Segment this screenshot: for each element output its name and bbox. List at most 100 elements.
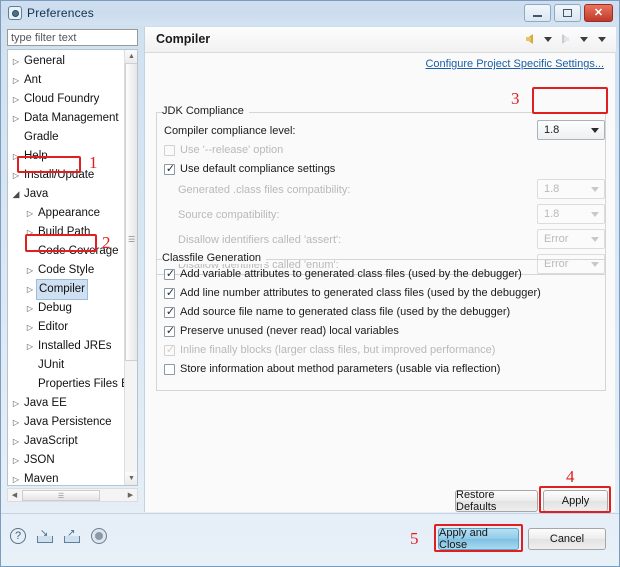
source-compatibility-label: Source compatibility: — [178, 209, 280, 221]
filter-input[interactable]: type filter text — [7, 29, 138, 46]
compliance-level-combo[interactable]: 1.8 — [537, 120, 605, 140]
expander-closed-icon[interactable] — [10, 90, 22, 109]
sidebar-item-maven[interactable]: Maven — [8, 470, 126, 485]
scroll-right-arrow[interactable]: ▶ — [124, 489, 137, 501]
import-icon[interactable]: ↘ — [36, 527, 54, 545]
forward-arrow-icon[interactable] — [558, 32, 573, 46]
classfile-option-row[interactable]: Preserve unused (never read) local varia… — [164, 325, 399, 337]
export-icon[interactable]: ↗ — [63, 527, 81, 545]
use-default-compliance-checkbox[interactable] — [164, 163, 176, 175]
apply-and-close-button[interactable]: Apply and Close — [438, 527, 519, 551]
source-compatibility-value: 1.8 — [544, 208, 560, 220]
classfile-option-row[interactable]: Add line number attributes to generated … — [164, 287, 541, 299]
preferences-tree[interactable]: General Ant Cloud Foundry Data Management Gr… — [7, 49, 138, 486]
generated-class-files-combo[interactable]: 1.8 — [537, 179, 605, 199]
forward-chevron-down-icon[interactable] — [576, 32, 591, 46]
sidebar-item-label: Editor — [38, 321, 69, 333]
sidebar-item-data-management[interactable]: Data Management — [8, 109, 126, 128]
expander-closed-icon[interactable] — [10, 147, 22, 166]
sidebar-item-compiler[interactable]: Compiler — [8, 279, 126, 300]
minimize-button[interactable] — [524, 4, 551, 22]
sidebar-item-label: Data Management — [24, 112, 119, 124]
classfile-option-row[interactable]: Add source file name to generated class … — [164, 306, 510, 318]
expander-closed-icon[interactable] — [10, 166, 22, 185]
help-icon[interactable]: ? — [9, 527, 27, 545]
annotation-number-4: 4 — [566, 467, 575, 486]
classfile-option-checkbox[interactable] — [164, 287, 176, 299]
expander-closed-icon[interactable] — [10, 432, 22, 451]
classfile-option-label: Add variable attributes to generated cla… — [180, 268, 522, 280]
chevron-down-icon — [591, 237, 599, 242]
generated-class-files-value: 1.8 — [544, 183, 560, 195]
tree-vertical-scrollbar[interactable]: ▲ ☰ ▼ — [124, 50, 137, 485]
sidebar-item-java-persistence[interactable]: Java Persistence — [8, 413, 126, 432]
scroll-left-arrow[interactable]: ◀ — [8, 489, 21, 501]
sidebar-item-ant[interactable]: Ant — [8, 71, 126, 90]
expander-closed-icon[interactable] — [24, 318, 36, 337]
expander-closed-icon[interactable] — [24, 337, 36, 356]
sidebar-item-json[interactable]: JSON — [8, 451, 126, 470]
tree-horizontal-scrollbar[interactable]: ◀ ☰ ▶ — [7, 488, 138, 502]
expander-closed-icon[interactable] — [10, 52, 22, 71]
sidebar-item-installed-jres[interactable]: Installed JREs — [8, 337, 126, 356]
sidebar-item-label: Appearance — [38, 207, 101, 219]
scroll-down-arrow[interactable]: ▼ — [125, 472, 137, 485]
expander-closed-icon[interactable] — [10, 413, 22, 432]
minimize-icon — [533, 14, 542, 17]
classfile-option-row[interactable]: Add variable attributes to generated cla… — [164, 268, 522, 280]
expander-closed-icon[interactable] — [10, 71, 22, 90]
sidebar-item-javascript[interactable]: JavaScript — [8, 432, 126, 451]
sidebar-item-help[interactable]: Help — [8, 147, 126, 166]
window-title: Preferences — [27, 6, 94, 20]
maximize-button[interactable] — [554, 4, 581, 22]
source-compatibility-combo[interactable]: 1.8 — [537, 204, 605, 224]
sidebar-item-junit[interactable]: JUnit — [8, 356, 126, 375]
classfile-option-row[interactable]: Inline finally blocks (larger class file… — [164, 344, 495, 356]
sidebar-item-java[interactable]: Java — [8, 185, 126, 204]
cancel-button[interactable]: Cancel — [528, 528, 606, 550]
classfile-option-checkbox[interactable] — [164, 325, 176, 337]
expander-closed-icon[interactable] — [24, 280, 36, 299]
sidebar-item-appearance[interactable]: Appearance — [8, 204, 126, 223]
expander-closed-icon[interactable] — [24, 204, 36, 223]
expander-closed-icon[interactable] — [10, 451, 22, 470]
classfile-option-checkbox[interactable] — [164, 306, 176, 318]
back-arrow-icon[interactable] — [522, 32, 537, 46]
more-chevron-down-icon[interactable] — [594, 32, 609, 46]
use-default-compliance-row[interactable]: Use default compliance settings — [164, 163, 335, 175]
restore-icon[interactable] — [90, 527, 108, 545]
sidebar-item-install-update[interactable]: Install/Update — [8, 166, 126, 185]
back-chevron-down-icon[interactable] — [540, 32, 555, 46]
tree-hscroll-thumb[interactable]: ☰ — [22, 490, 100, 501]
expander-closed-icon[interactable] — [10, 470, 22, 485]
tree-scroll-thumb[interactable] — [125, 63, 137, 361]
expander-open-icon[interactable] — [10, 185, 22, 204]
sidebar-item-java-ee[interactable]: Java EE — [8, 394, 126, 413]
classfile-option-checkbox[interactable] — [164, 363, 175, 375]
use-release-option-row[interactable]: Use '--release' option — [164, 144, 283, 156]
classfile-option-row[interactable]: Store information about method parameter… — [164, 363, 500, 375]
use-release-option-checkbox[interactable] — [164, 144, 175, 156]
sidebar-item-general[interactable]: General — [8, 52, 126, 71]
expander-closed-icon[interactable] — [24, 299, 36, 318]
classfile-option-label: Inline finally blocks (larger class file… — [180, 344, 496, 356]
classfile-option-checkbox[interactable] — [164, 268, 176, 280]
sidebar-item-gradle[interactable]: Gradle — [8, 128, 126, 147]
sidebar-item-code-style[interactable]: Code Style — [8, 261, 126, 280]
expander-closed-icon[interactable] — [24, 261, 36, 280]
configure-project-specific-settings-link[interactable]: Configure Project Specific Settings... — [425, 58, 604, 70]
expander-closed-icon[interactable] — [24, 223, 36, 242]
scroll-up-arrow[interactable]: ▲ — [125, 50, 137, 63]
sidebar-item-editor[interactable]: Editor — [8, 318, 126, 337]
classfile-option-checkbox[interactable] — [164, 344, 176, 356]
apply-button[interactable]: Apply — [543, 490, 608, 512]
scroll-grip-icon: ☰ — [128, 235, 136, 244]
expander-closed-icon[interactable] — [10, 109, 22, 128]
disallow-assert-combo[interactable]: Error — [537, 229, 605, 249]
close-button[interactable]: ✕ — [584, 4, 613, 22]
expander-closed-icon[interactable] — [10, 394, 22, 413]
sidebar-item-cloud-foundry[interactable]: Cloud Foundry — [8, 90, 126, 109]
sidebar-item-debug[interactable]: Debug — [8, 299, 126, 318]
restore-defaults-button[interactable]: Restore Defaults — [455, 489, 538, 513]
sidebar-item-properties-files-edi[interactable]: Properties Files Edi — [8, 375, 137, 394]
